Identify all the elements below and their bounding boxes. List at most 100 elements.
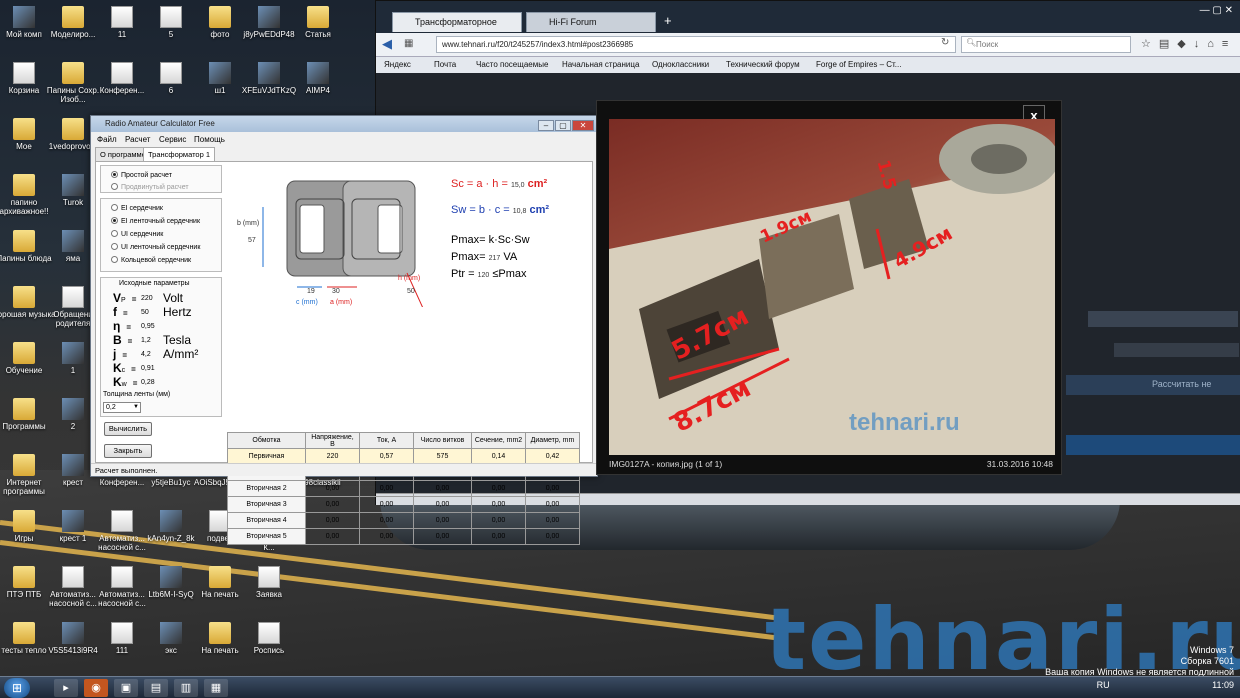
winding-name: Вторичная 2	[227, 480, 306, 497]
taskbar-app-icon[interactable]: ▦	[204, 679, 228, 697]
image-icon	[160, 566, 182, 588]
tab-transformer-1[interactable]: Трансформатор 1	[143, 147, 216, 161]
bookmark-item[interactable]: Forge of Empires – Ст...	[816, 57, 901, 73]
bookmark-item[interactable]: Одноклассники	[652, 57, 709, 73]
home-icon[interactable]: ▦	[404, 38, 413, 49]
calculate-button[interactable]: Вычислить	[104, 422, 152, 436]
tab-transformer[interactable]: Трансформаторное желе...	[392, 12, 522, 45]
document-icon	[111, 566, 133, 588]
radio-ei[interactable]: EI сердечник	[111, 204, 163, 213]
formula-ptr: Ptr = 120 ≤Pmax	[451, 268, 527, 280]
taskbar-app-icon[interactable]: ▤	[144, 679, 168, 697]
param-value-input[interactable]: 1,2	[141, 334, 151, 347]
table-header: Диаметр, mm	[525, 432, 580, 449]
dim-c-value: 19	[307, 288, 315, 295]
radio-ui[interactable]: UI сердечник	[111, 230, 163, 239]
tape-select[interactable]: 0,2 ▼	[103, 402, 141, 413]
params-title: Исходные параметры	[119, 280, 190, 287]
forum-pager	[1114, 343, 1239, 357]
desktop-icon[interactable]: AIMP4	[283, 62, 353, 95]
bookmark-item[interactable]: Почта	[434, 57, 456, 73]
maximize-button[interactable]: ▢	[555, 120, 571, 131]
param-value-input[interactable]: 0,91	[141, 362, 155, 375]
radio-advanced[interactable]: Продвинутый расчет	[111, 183, 189, 192]
calculator-titlebar[interactable]: Radio Amateur Calculator Free – ▢ ✕	[91, 116, 597, 132]
document-icon	[160, 6, 182, 28]
taskbar-app-icon[interactable]: ▣	[114, 679, 138, 697]
radio-ui-tape[interactable]: UI ленточный сердечник	[111, 243, 200, 252]
taskbar-app-icon[interactable]: ▸	[54, 679, 78, 697]
desktop-icon[interactable]: Заявка	[234, 566, 304, 599]
search-input[interactable]: Поиск	[961, 36, 1131, 53]
chevron-down-icon: ▼	[133, 404, 139, 410]
param-unit: Tesla	[163, 333, 192, 347]
language-indicator[interactable]: RU	[1097, 680, 1110, 690]
param-unit: A/mm²	[163, 347, 199, 361]
formula-sc: Sc = a · h = 15,0 cm²	[451, 178, 548, 190]
close-button[interactable]: ✕	[572, 120, 594, 131]
bookmark-item[interactable]: Начальная страница	[562, 57, 639, 73]
taskbar-firefox-icon[interactable]: ◉	[84, 679, 108, 697]
menu-help[interactable]: Помощь	[194, 133, 225, 146]
windows-notice: Windows 7 Сборка 7601 Ваша копия Windows…	[1045, 645, 1234, 676]
winding-cell: 0,00	[305, 480, 360, 497]
formula-pmax: Pmax= k·Sc·Sw	[451, 234, 530, 246]
minimize-button[interactable]: –	[538, 120, 554, 131]
winding-cell: 0,00	[525, 496, 580, 513]
transformer-photo: 5.7см 8.7см 1.9см 4.9см 1.5 tehnari.ru	[609, 119, 1055, 455]
bookmark-item[interactable]: Часто посещаемые	[476, 57, 548, 73]
params-group: Исходные параметры VP = 220 Volt f = 50 Hertz η =…	[100, 277, 222, 417]
table-header: Сечение, mm2	[471, 432, 526, 449]
core-diagram	[262, 180, 424, 307]
desktop-icon-label: Статья	[305, 30, 331, 39]
document-icon	[258, 622, 280, 644]
tape-label: Толщина ленты (мм)	[103, 391, 171, 398]
image-icon	[258, 62, 280, 84]
dim-c-label: c (mm)	[296, 299, 318, 306]
param-value-input[interactable]: 50	[141, 306, 149, 319]
dim-a-value: 30	[332, 288, 340, 295]
clock[interactable]: 11:09	[1212, 680, 1234, 690]
desktop-icon[interactable]: Статья	[283, 6, 353, 39]
url-input[interactable]: www.tehnari.ru/f20/t245257/index3.html#p…	[436, 36, 956, 53]
document-icon	[160, 62, 182, 84]
param-value-input[interactable]: 4,2	[141, 348, 151, 361]
window-controls[interactable]: — ▢ ✕	[1200, 5, 1233, 16]
forum-action-text: Рассчитать не	[1152, 379, 1212, 389]
bookmark-item[interactable]: Яндекс	[384, 57, 411, 73]
search-icon: 🔍︎	[966, 38, 977, 47]
winding-cell: 0,00	[413, 480, 472, 497]
param-symbol: Kw =	[113, 375, 138, 389]
desktop-icon[interactable]: Роспись	[234, 622, 304, 655]
winding-cell: 0,00	[471, 480, 526, 497]
image-icon	[258, 6, 280, 28]
new-tab-icon[interactable]: +	[664, 13, 672, 28]
menu-file[interactable]: Файл	[97, 133, 117, 146]
table-row: Вторичная 4 0,00 0,00 0,00 0,00 0,00	[227, 512, 580, 529]
winding-cell: 0,00	[413, 512, 472, 529]
taskbar-app-icon[interactable]: ▥	[174, 679, 198, 697]
forum-bar	[1066, 435, 1240, 455]
radio-simple[interactable]: Простой расчет	[111, 171, 172, 180]
back-icon[interactable]: ◀	[382, 36, 392, 52]
param-value-input[interactable]: 0,95	[141, 320, 155, 333]
menu-calc[interactable]: Расчет	[125, 133, 150, 146]
radio-ei-tape[interactable]: EI ленточный сердечник	[111, 217, 200, 226]
param-value-input[interactable]: 0,28	[141, 376, 155, 389]
bookmark-item[interactable]: Технический форум	[726, 57, 800, 73]
param-value-input[interactable]: 220	[141, 292, 153, 305]
start-button[interactable]: ⊞	[4, 678, 30, 698]
toolbar-icons[interactable]: ☆▤◆↓⌂≡	[1141, 37, 1236, 50]
tab-hifi-forum[interactable]: Hi-Fi Forum	[526, 12, 656, 32]
folder-icon	[13, 398, 35, 420]
menu-service[interactable]: Сервис	[159, 133, 186, 146]
dim-h-value: 50	[407, 288, 415, 295]
radio-ring[interactable]: Кольцевой сердечник	[111, 256, 191, 265]
folder-icon	[13, 286, 35, 308]
reload-icon[interactable]: ↻	[941, 37, 949, 48]
window-buttons: – ▢ ✕	[537, 118, 594, 131]
formula-pmax-value: Pmax= 217 VA	[451, 251, 518, 263]
close-calc-button[interactable]: Закрыть	[104, 444, 152, 458]
windows-build: Сборка 7601	[1180, 656, 1234, 666]
window-title: Radio Amateur Calculator Free	[105, 119, 215, 128]
